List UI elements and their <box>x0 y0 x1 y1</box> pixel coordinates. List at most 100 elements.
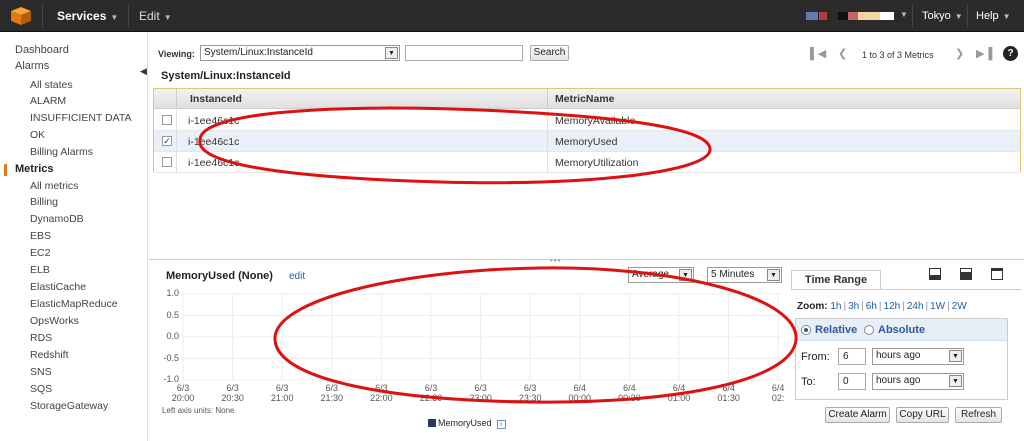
metrics-table: InstanceId MetricName i-1ee46c1c MemoryA… <box>153 88 1021 173</box>
sidebar-item-sqs[interactable]: SQS <box>30 383 52 395</box>
panel-splitter[interactable] <box>149 259 1024 263</box>
from-hours-input[interactable]: 6 <box>838 348 866 365</box>
cell-instanceid: i-1ee46c1c <box>188 157 240 169</box>
zoom-option-1w[interactable]: 1W <box>930 301 945 312</box>
sidebar-item-redshift[interactable]: Redshift <box>30 349 69 361</box>
sidebar-item-all-states[interactable]: All states <box>30 79 73 91</box>
table-row[interactable]: i-1ee46c1c MemoryUtilization <box>154 152 1020 173</box>
row-checkbox[interactable] <box>162 157 172 167</box>
topbar-divider <box>967 4 968 28</box>
first-page-icon[interactable]: ▌◀ <box>810 47 826 60</box>
sidebar-item-billing-alarms[interactable]: Billing Alarms <box>30 146 93 158</box>
zoom-option-2w[interactable]: 2W <box>952 301 967 312</box>
chevron-down-icon: ▼ <box>954 12 963 21</box>
to-hours-input[interactable]: 0 <box>838 373 866 390</box>
period-dropdown[interactable]: 5 Minutes ▼ <box>707 267 782 283</box>
table-row[interactable]: i-1ee46c1c MemoryAvailable <box>154 110 1020 131</box>
view-large-graph-icon[interactable] <box>991 268 1003 280</box>
sidebar-item-all-metrics[interactable]: All metrics <box>30 180 78 192</box>
relative-radio[interactable] <box>801 325 811 335</box>
top-navigation-bar: Services ▼ Edit ▼ ▼ Tokyo ▼ Help ▼ <box>0 0 1024 32</box>
tab-time-range[interactable]: Time Range <box>791 270 881 290</box>
sidebar-item-metrics[interactable]: Metrics <box>15 163 54 175</box>
account-name-redacted[interactable] <box>806 12 894 20</box>
previous-page-icon[interactable]: ❮ <box>838 47 847 60</box>
table-row[interactable]: ✓ i-1ee46c1c MemoryUsed <box>154 131 1020 152</box>
absolute-label[interactable]: Absolute <box>878 324 925 336</box>
sidebar-item-storagegateway[interactable]: StorageGateway <box>30 400 108 412</box>
row-checkbox-checked[interactable]: ✓ <box>162 136 172 146</box>
chevron-down-icon: ▼ <box>949 350 962 362</box>
sidebar-item-elasticache[interactable]: ElastiCache <box>30 281 86 293</box>
cell-instanceid: i-1ee46c1c <box>188 115 240 127</box>
column-header-metricname[interactable]: MetricName <box>555 93 615 105</box>
collapse-sidebar-icon[interactable]: ◀ <box>140 66 150 84</box>
y-tick-label: 0.5 <box>166 309 179 320</box>
y-tick-label: -0.5 <box>163 352 179 363</box>
help-icon[interactable]: ? <box>1003 46 1018 61</box>
view-medium-graph-icon[interactable] <box>960 268 972 280</box>
legend-label: MemoryUsed <box>438 418 492 428</box>
absolute-radio[interactable] <box>864 325 874 335</box>
sidebar-item-ebs[interactable]: EBS <box>30 230 51 242</box>
account-chevron-down-icon[interactable]: ▼ <box>900 10 908 19</box>
row-checkbox[interactable] <box>162 115 172 125</box>
chevron-down-icon: ▼ <box>767 269 780 281</box>
sidebar-item-opsworks[interactable]: OpsWorks <box>30 315 79 327</box>
column-header-instanceid[interactable]: InstanceId <box>190 93 242 105</box>
search-input[interactable] <box>405 45 523 61</box>
search-button[interactable]: Search <box>530 45 569 61</box>
time-range-panel: Relative Absolute From: 6 hours ago ▼ To… <box>795 318 1008 400</box>
from-unit-dropdown[interactable]: hours ago ▼ <box>872 348 964 365</box>
zoom-option-3h[interactable]: 3h <box>848 301 859 312</box>
sidebar-item-billing[interactable]: Billing <box>30 196 58 208</box>
sidebar-item-insufficient-data[interactable]: INSUFFICIENT DATA <box>30 112 132 124</box>
last-page-icon[interactable]: ▶▐ <box>976 47 992 60</box>
sidebar-item-elasticmapreduce[interactable]: ElasticMapReduce <box>30 298 118 310</box>
legend-swatch <box>428 419 436 427</box>
relative-label[interactable]: Relative <box>815 324 857 336</box>
viewing-label: Viewing: <box>158 49 195 59</box>
x-tick-label: 6/3 21:30 <box>320 383 344 403</box>
topbar-divider <box>128 4 129 28</box>
cell-metricname: MemoryAvailable <box>555 115 636 127</box>
aws-cube-logo-icon[interactable] <box>10 6 32 26</box>
sidebar-item-dynamodb[interactable]: DynamoDB <box>30 213 84 225</box>
edit-graph-title-link[interactable]: edit <box>289 271 305 282</box>
copy-url-button[interactable]: Copy URL <box>896 407 949 423</box>
topbar-divider <box>912 4 913 28</box>
sidebar-item-dashboard[interactable]: Dashboard <box>15 44 69 56</box>
left-axis-units-label: Left axis units: None <box>162 406 235 415</box>
active-indicator <box>4 164 7 176</box>
sidebar-item-alarm[interactable]: ALARM <box>30 95 66 107</box>
sidebar-item-ec2[interactable]: EC2 <box>30 247 50 259</box>
sidebar-item-elb[interactable]: ELB <box>30 264 50 276</box>
chevron-down-icon: ▼ <box>385 47 398 59</box>
refresh-button[interactable]: Refresh <box>955 407 1002 423</box>
to-unit-dropdown[interactable]: hours ago ▼ <box>872 373 964 390</box>
region-menu[interactable]: Tokyo ▼ <box>922 10 963 22</box>
sidebar-item-rds[interactable]: RDS <box>30 332 52 344</box>
sidebar-item-ok[interactable]: OK <box>30 129 45 141</box>
graph-title: MemoryUsed (None) <box>166 270 273 282</box>
statistic-dropdown[interactable]: Average ▼ <box>628 267 694 283</box>
x-tick-label: 6/3 22:00 <box>370 383 393 403</box>
cell-metricname: MemoryUtilization <box>555 157 639 169</box>
zoom-option-6h[interactable]: 6h <box>866 301 877 312</box>
sidebar-item-alarms[interactable]: Alarms <box>15 60 49 72</box>
create-alarm-button[interactable]: Create Alarm <box>825 407 890 423</box>
info-icon[interactable]: i <box>496 420 506 429</box>
zoom-option-12h[interactable]: 12h <box>884 301 901 312</box>
services-menu[interactable]: Services ▼ <box>57 9 118 23</box>
splitter-grip-icon[interactable]: ••• <box>550 256 561 265</box>
cell-metricname: MemoryUsed <box>555 136 618 148</box>
next-page-icon[interactable]: ❯ <box>955 47 964 60</box>
view-small-graph-icon[interactable] <box>929 268 941 280</box>
edit-menu[interactable]: Edit ▼ <box>139 9 172 23</box>
x-tick-label: 6/4 00:00 <box>568 383 592 403</box>
namespace-dropdown[interactable]: System/Linux:InstanceId ▼ <box>200 45 400 61</box>
zoom-option-1h[interactable]: 1h <box>830 301 841 312</box>
sidebar-item-sns[interactable]: SNS <box>30 366 52 378</box>
zoom-option-24h[interactable]: 24h <box>907 301 924 312</box>
help-menu[interactable]: Help ▼ <box>976 10 1011 22</box>
